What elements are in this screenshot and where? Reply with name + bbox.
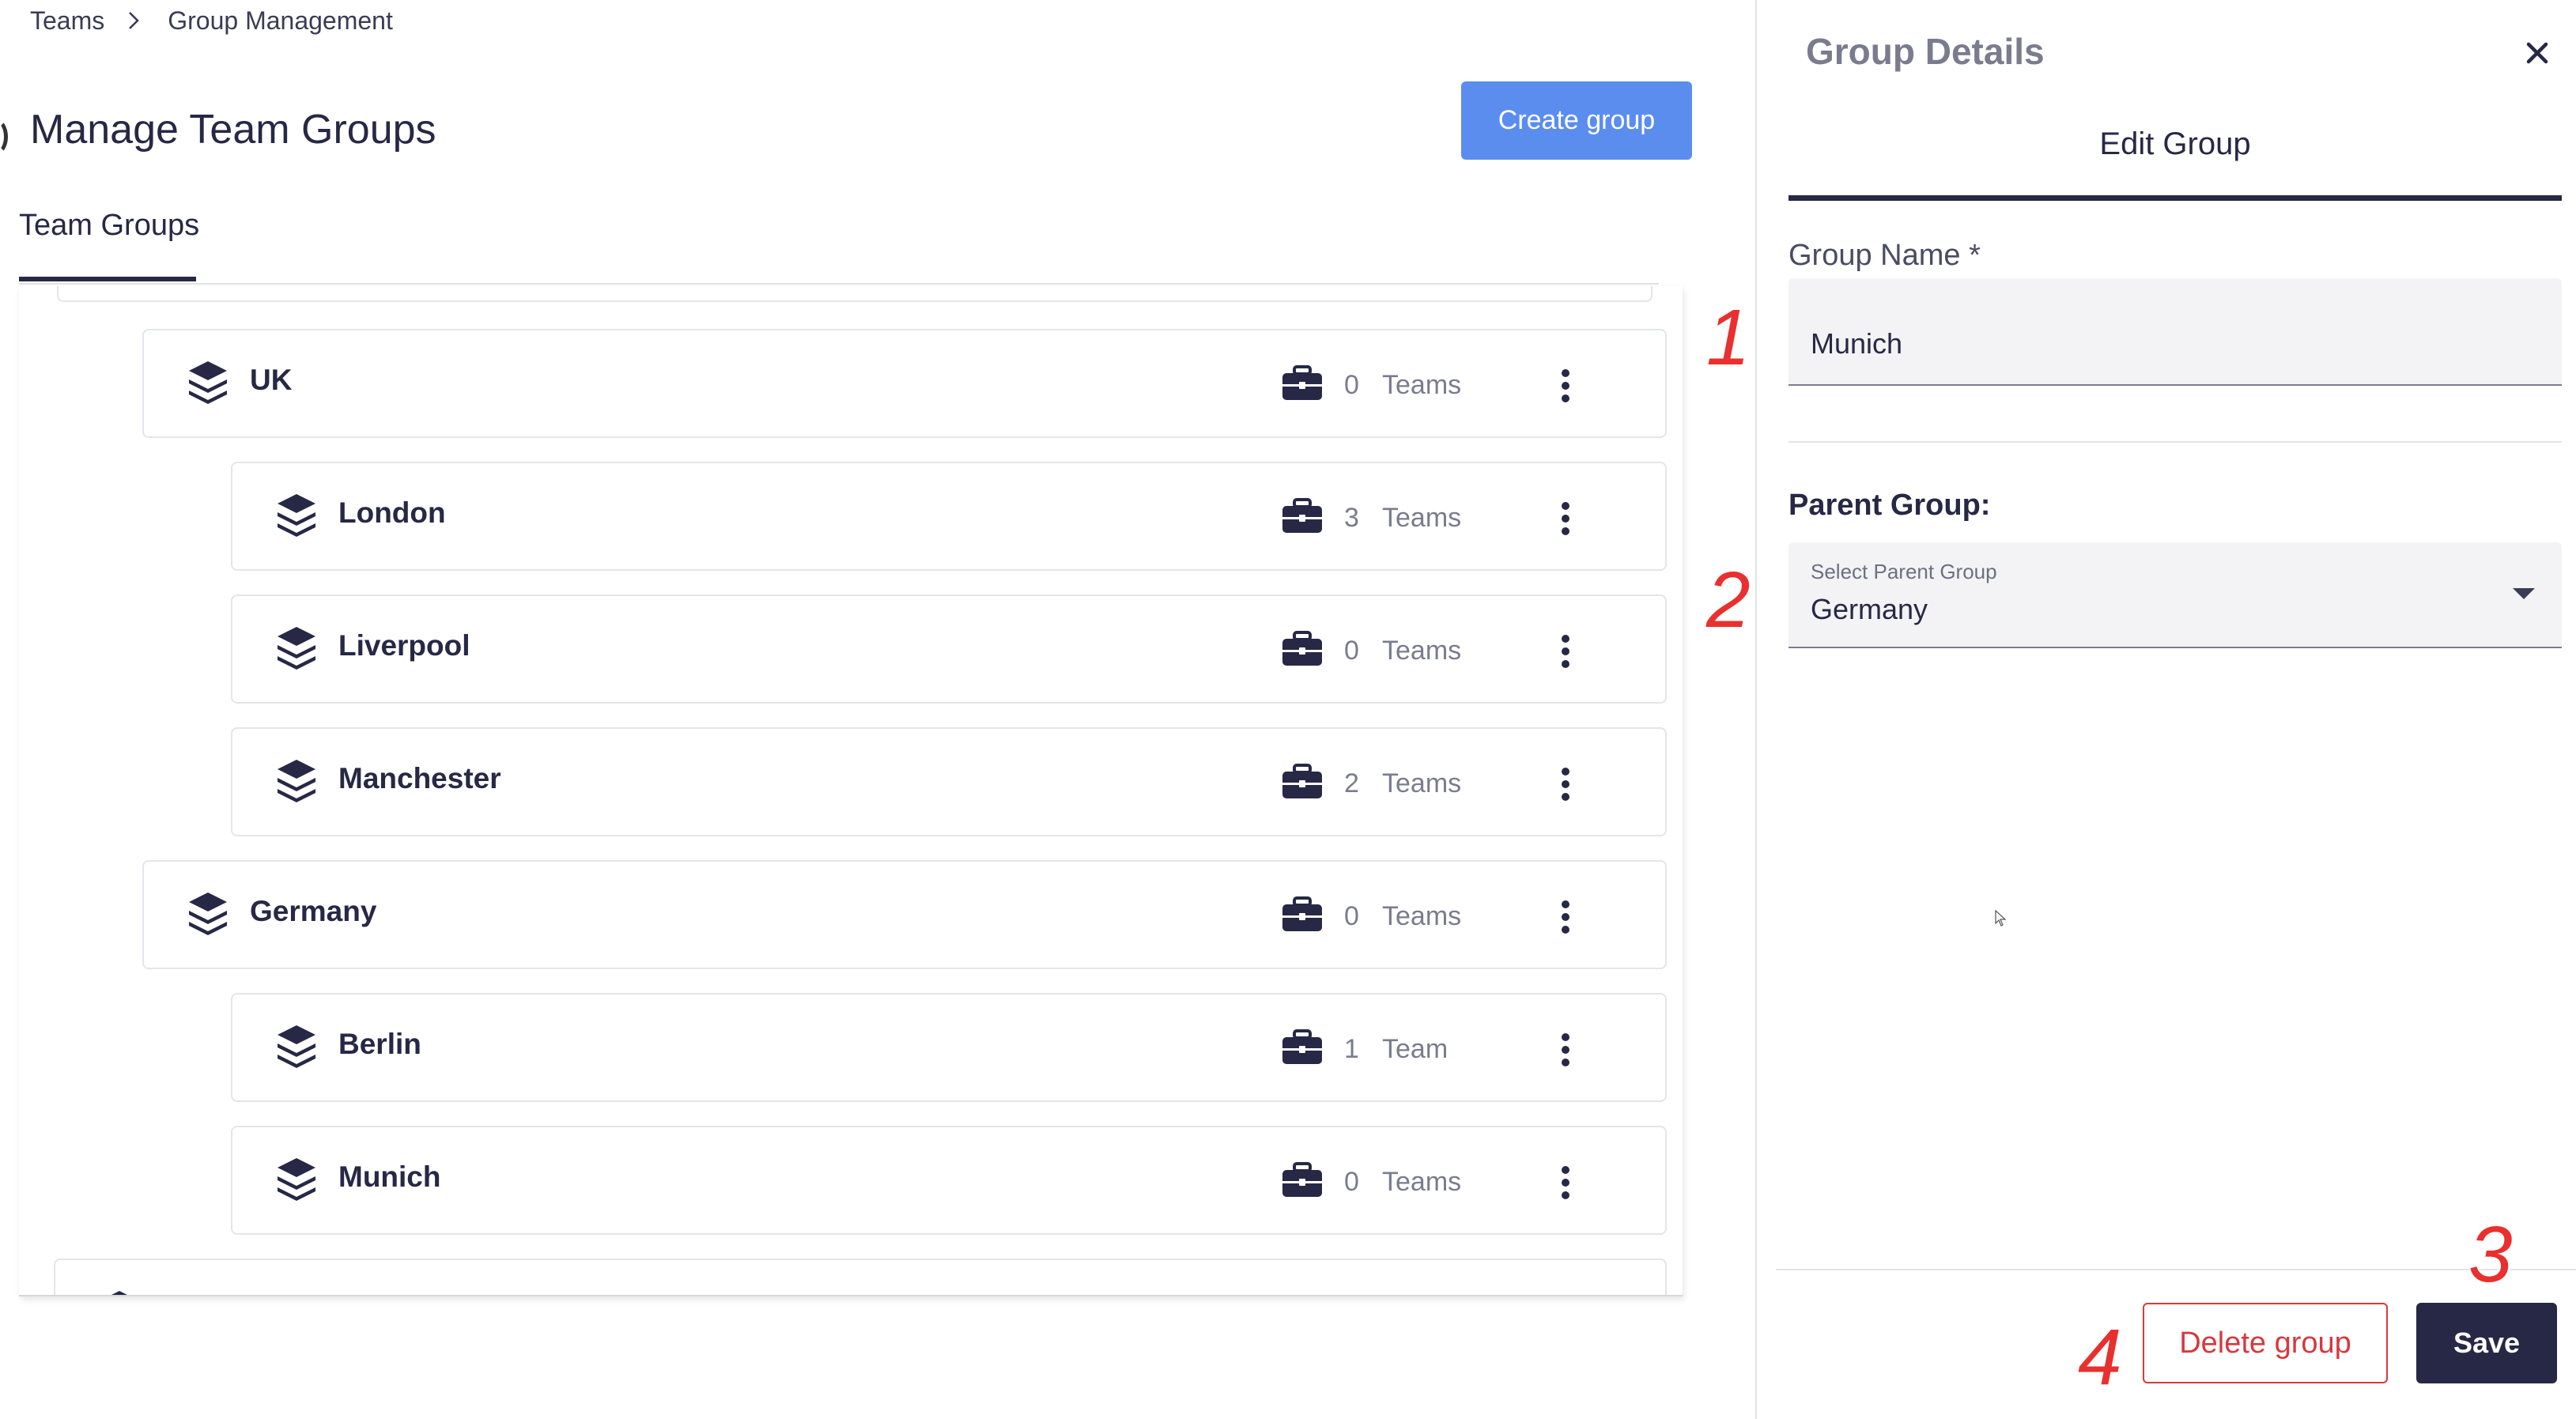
parent-group-label: Parent Group: bbox=[1788, 489, 1991, 522]
cursor-icon bbox=[1995, 909, 2007, 927]
tab-indicator bbox=[1788, 195, 2562, 201]
team-count: 1 bbox=[1344, 1034, 1359, 1064]
briefcase-icon bbox=[1281, 365, 1324, 402]
group-card[interactable]: Liverpool 0 Teams bbox=[231, 594, 1667, 704]
partial-icon bbox=[0, 119, 8, 155]
divider bbox=[1788, 441, 2562, 443]
group-card[interactable]: Manchester 2 Teams bbox=[231, 727, 1667, 836]
group-card[interactable]: Munich 0 Teams bbox=[231, 1126, 1667, 1235]
more-vertical-icon[interactable] bbox=[1558, 898, 1573, 936]
team-count: 0 bbox=[1344, 1167, 1359, 1197]
group-card[interactable]: London 3 Teams bbox=[231, 462, 1667, 571]
group-name[interactable]: Manchester bbox=[338, 762, 501, 795]
chevron-right-icon bbox=[128, 5, 147, 36]
team-count: 0 bbox=[1344, 636, 1359, 666]
layers-icon bbox=[275, 757, 318, 803]
breadcrumb-item-teams[interactable]: Teams bbox=[30, 6, 104, 36]
group-name-label: Group Name * bbox=[1788, 239, 1981, 272]
group-name[interactable]: Germany bbox=[250, 895, 376, 928]
tab-divider bbox=[19, 283, 1659, 285]
team-count-label: Teams bbox=[1382, 768, 1462, 798]
breadcrumb: Teams Group Management bbox=[30, 5, 393, 36]
group-name[interactable]: Liverpool bbox=[338, 629, 470, 662]
group-name-field[interactable]: Munich bbox=[1788, 278, 2562, 386]
annotation-1: 1 bbox=[1706, 293, 1751, 382]
tab-team-groups[interactable]: Team Groups bbox=[19, 209, 199, 243]
group-card-stub bbox=[57, 286, 1652, 302]
team-count-label: Teams bbox=[1382, 370, 1462, 400]
layers-icon bbox=[275, 492, 318, 538]
breadcrumb-item-group-management: Group Management bbox=[168, 6, 393, 35]
footer-divider bbox=[1776, 1269, 2576, 1270]
team-count: 3 bbox=[1344, 503, 1359, 533]
close-icon[interactable] bbox=[2524, 40, 2551, 66]
briefcase-icon bbox=[1281, 631, 1324, 667]
team-count-label: Teams bbox=[1382, 1167, 1462, 1197]
briefcase-icon bbox=[1281, 498, 1324, 534]
group-card[interactable]: Berlin 1 Team bbox=[231, 993, 1667, 1102]
annotation-4: 4 bbox=[2078, 1313, 2122, 1402]
caret-down-icon[interactable] bbox=[2513, 588, 2535, 599]
group-name-value: Munich bbox=[1811, 327, 1903, 360]
group-card[interactable]: Germany 0 Teams bbox=[142, 860, 1667, 969]
more-vertical-icon[interactable] bbox=[1558, 500, 1573, 538]
group-name[interactable]: Munich bbox=[338, 1160, 440, 1194]
briefcase-icon bbox=[1281, 896, 1324, 933]
team-count: 0 bbox=[1344, 901, 1359, 931]
layers-icon bbox=[98, 1289, 141, 1295]
layers-icon bbox=[187, 890, 229, 936]
briefcase-icon bbox=[1281, 1162, 1324, 1198]
create-group-button[interactable]: Create group bbox=[1461, 81, 1692, 160]
layers-icon bbox=[275, 1156, 318, 1202]
briefcase-icon bbox=[1281, 1029, 1324, 1066]
group-name[interactable]: UK bbox=[250, 364, 292, 397]
group-name[interactable]: Berlin bbox=[338, 1028, 421, 1061]
more-vertical-icon[interactable] bbox=[1558, 367, 1573, 405]
panel-title: Group Details bbox=[1806, 31, 2045, 72]
tab-edit-group[interactable]: Edit Group bbox=[1788, 126, 2562, 162]
team-count-label: Teams bbox=[1382, 503, 1462, 533]
team-count-label: Teams bbox=[1382, 901, 1462, 931]
save-button[interactable]: Save bbox=[2416, 1303, 2557, 1383]
briefcase-icon bbox=[1281, 1295, 1324, 1296]
team-count-label: Teams bbox=[1382, 636, 1462, 666]
delete-group-button[interactable]: Delete group bbox=[2143, 1303, 2388, 1383]
briefcase-icon bbox=[1281, 764, 1324, 800]
more-vertical-icon[interactable] bbox=[1558, 1164, 1573, 1202]
group-card[interactable]: Asia0Teams bbox=[54, 1259, 1667, 1296]
annotation-3: 3 bbox=[2468, 1210, 2513, 1299]
layers-icon bbox=[187, 359, 229, 405]
group-name[interactable]: London bbox=[338, 496, 446, 530]
page-title: Manage Team Groups bbox=[30, 107, 436, 153]
more-vertical-icon[interactable] bbox=[1558, 765, 1573, 803]
layers-icon bbox=[275, 1023, 318, 1069]
tab-indicator bbox=[19, 277, 196, 281]
group-details-panel: Group Details Edit Group Group Name * Mu… bbox=[1755, 0, 2576, 1419]
annotation-2: 2 bbox=[1706, 556, 1751, 644]
team-count: 0 bbox=[1344, 370, 1359, 400]
group-list[interactable]: UK 0 Teams London 3 Teams Liverpool 0 Teams Manch… bbox=[19, 286, 1683, 1296]
parent-group-select[interactable]: Select Parent Group Germany bbox=[1788, 542, 2562, 648]
team-count: 2 bbox=[1344, 768, 1359, 798]
layers-icon bbox=[275, 625, 318, 670]
group-name[interactable]: Asia bbox=[161, 1293, 223, 1295]
team-count-label: Team bbox=[1382, 1034, 1449, 1064]
more-vertical-icon[interactable] bbox=[1558, 1031, 1573, 1069]
parent-group-value: Germany bbox=[1811, 593, 1928, 625]
group-card[interactable]: UK 0 Teams bbox=[142, 329, 1667, 438]
parent-group-hint: Select Parent Group bbox=[1811, 560, 1997, 583]
more-vertical-icon[interactable] bbox=[1558, 632, 1573, 670]
